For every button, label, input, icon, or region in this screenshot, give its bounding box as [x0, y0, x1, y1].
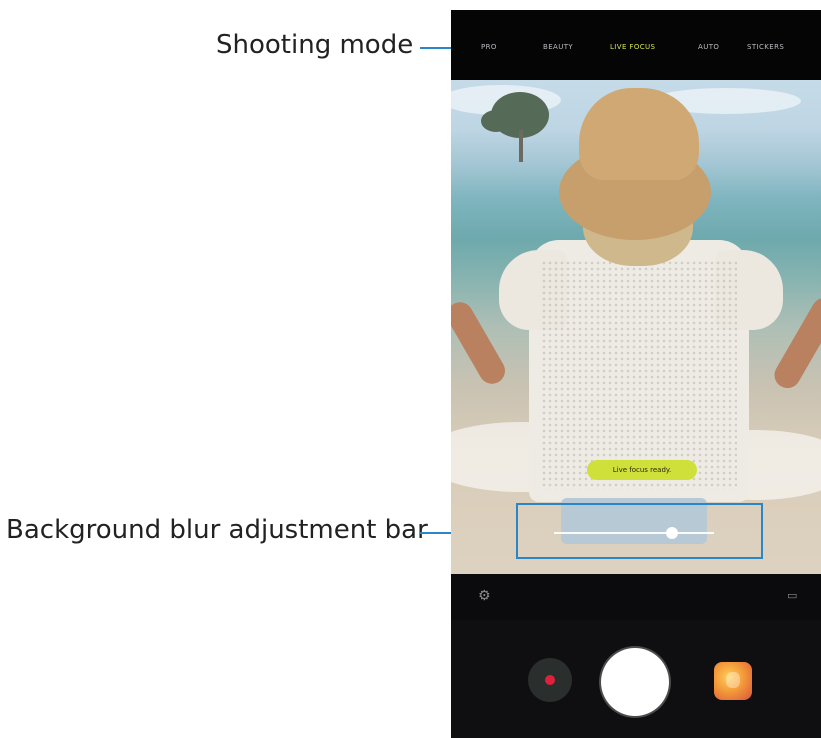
gallery-thumbnail[interactable] [714, 662, 752, 700]
gear-icon[interactable]: ⚙ [478, 589, 491, 603]
background-blur-callout-label: Background blur adjustment bar [6, 515, 428, 545]
mode-pro[interactable]: PRO [481, 43, 497, 51]
mode-beauty[interactable]: BEAUTY [543, 43, 573, 51]
camera-screen: PRO BEAUTY LIVE FOCUS AUTO STICKERS Live… [451, 10, 821, 738]
camera-control-strip [451, 574, 821, 620]
shutter-button[interactable] [601, 648, 669, 716]
knit-pattern [541, 260, 737, 490]
aspect-ratio-icon[interactable]: ▭ [787, 589, 797, 603]
record-button[interactable] [528, 658, 572, 702]
mode-live-focus[interactable]: LIVE FOCUS [610, 43, 655, 51]
background-blur-highlight-frame [516, 503, 763, 559]
tree-trunk [519, 130, 523, 162]
mode-auto[interactable]: AUTO [698, 43, 719, 51]
shooting-mode-callout-label: Shooting mode [216, 30, 414, 60]
mode-stickers[interactable]: STICKERS [747, 43, 784, 51]
record-icon [545, 675, 555, 685]
viewfinder-preview[interactable]: Live focus ready. [451, 80, 821, 574]
tree [481, 110, 511, 132]
live-focus-status: Live focus ready. [587, 460, 697, 480]
shooting-mode-bar: PRO BEAUTY LIVE FOCUS AUTO STICKERS [451, 10, 821, 80]
